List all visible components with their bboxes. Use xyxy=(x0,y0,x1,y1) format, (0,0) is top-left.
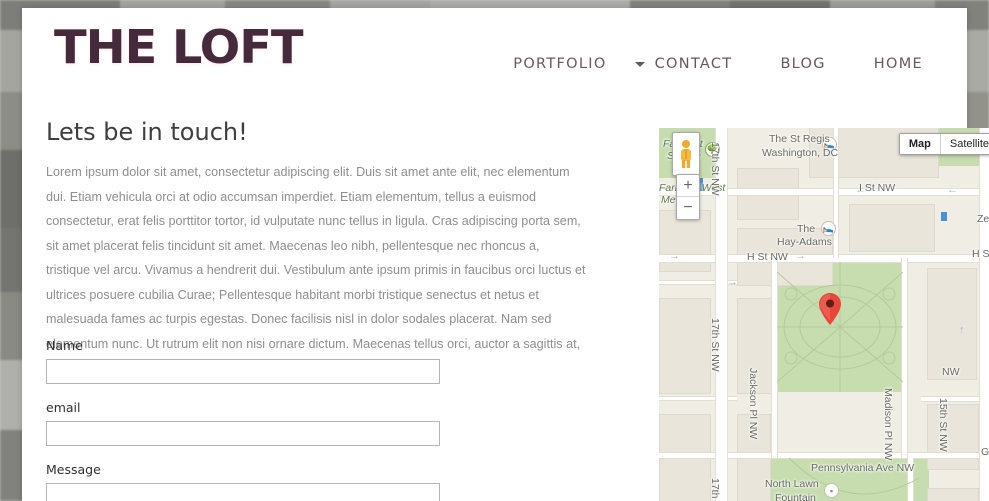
map-type-controls: Map Satellite xyxy=(898,133,989,155)
email-label: email xyxy=(46,400,81,415)
direction-arrow-icon: → xyxy=(795,250,806,262)
nav-item-contact-wrap: CONTACT xyxy=(631,52,757,76)
city-block xyxy=(849,204,935,252)
site-logo[interactable]: THE LOFT xyxy=(54,24,303,70)
hotel-icon-hay-adams: 🛌 xyxy=(821,221,836,236)
park-paths xyxy=(777,262,903,392)
location-marker-icon[interactable] xyxy=(819,293,841,325)
nav-item-contact[interactable]: CONTACT xyxy=(631,52,757,76)
map-label: I St NW xyxy=(859,182,896,194)
map-label: NW xyxy=(942,366,960,378)
map-label: The St Regis xyxy=(769,133,830,145)
map-label-vertical: 15th St NW xyxy=(937,398,949,452)
map-label: Pennsylvania Ave NW xyxy=(811,462,915,474)
map-canvas[interactable]: 🌳 🛌 🛌 ▪ ← ← ← → → → ← ← ← ↑ M FarragutSq… xyxy=(659,128,989,501)
email-input[interactable] xyxy=(46,421,440,446)
direction-arrow-icon: ↑ xyxy=(959,324,965,336)
map-label-vertical: 17th St NW xyxy=(708,478,721,501)
street-view-pegman-icon[interactable] xyxy=(672,132,700,176)
map-label-vertical: Madison Pl NW xyxy=(882,388,894,461)
map-zoom-controls: + − xyxy=(676,174,700,220)
map-label: The xyxy=(797,223,816,235)
map-label-vertical: 17th St NW xyxy=(709,318,721,372)
map-label: Washington, DC xyxy=(762,147,839,159)
name-input[interactable] xyxy=(46,359,440,384)
city-block xyxy=(927,404,979,470)
city-block xyxy=(927,268,977,380)
nav-item-home[interactable]: HOME xyxy=(850,52,947,76)
name-label: Name xyxy=(46,338,83,353)
map-label: Fountain xyxy=(775,492,816,501)
map-label: North Lawn xyxy=(765,478,819,490)
direction-arrow-icon: ← xyxy=(947,184,958,196)
main-navigation: PORTFOLIO CONTACT BLOG HOME xyxy=(489,52,947,76)
map-type-map-button[interactable]: Map xyxy=(899,134,940,154)
contact-form: Name email Message xyxy=(46,338,446,501)
content-card: THE LOFT PORTFOLIO CONTACT BLOG HOME Let… xyxy=(22,8,989,501)
map-label: G xyxy=(981,446,989,458)
nav-item-blog[interactable]: BLOG xyxy=(756,52,849,76)
map-type-satellite-button[interactable]: Satellite xyxy=(939,134,989,154)
city-block xyxy=(927,488,979,501)
fountain-poi-icon: ▪ xyxy=(824,483,839,498)
map-label: Zei. xyxy=(977,213,989,225)
map-label: H St NW xyxy=(747,251,788,263)
site-header: THE LOFT PORTFOLIO CONTACT BLOG HOME xyxy=(22,8,967,108)
map-label-vertical: 17th St NW xyxy=(709,142,721,196)
map-label: Hay-Adams xyxy=(777,236,832,248)
map-label: H St xyxy=(972,248,989,260)
google-map[interactable]: 🌳 🛌 🛌 ▪ ← ← ← → → → ← ← ← ↑ M FarragutSq… xyxy=(659,128,989,501)
metro-station-icon xyxy=(941,212,947,221)
message-input[interactable] xyxy=(46,483,440,501)
nav-item-portfolio[interactable]: PORTFOLIO xyxy=(489,52,630,76)
direction-arrow-icon: → xyxy=(727,276,738,288)
zoom-in-button[interactable]: + xyxy=(677,175,699,197)
city-block xyxy=(659,298,711,394)
zoom-out-button[interactable]: − xyxy=(677,197,699,219)
direction-arrow-icon: → xyxy=(669,250,680,262)
page-title: Lets be in touch! xyxy=(46,118,248,146)
message-label: Message xyxy=(46,462,101,477)
map-label-vertical: Jackson Pl NW xyxy=(747,368,759,440)
